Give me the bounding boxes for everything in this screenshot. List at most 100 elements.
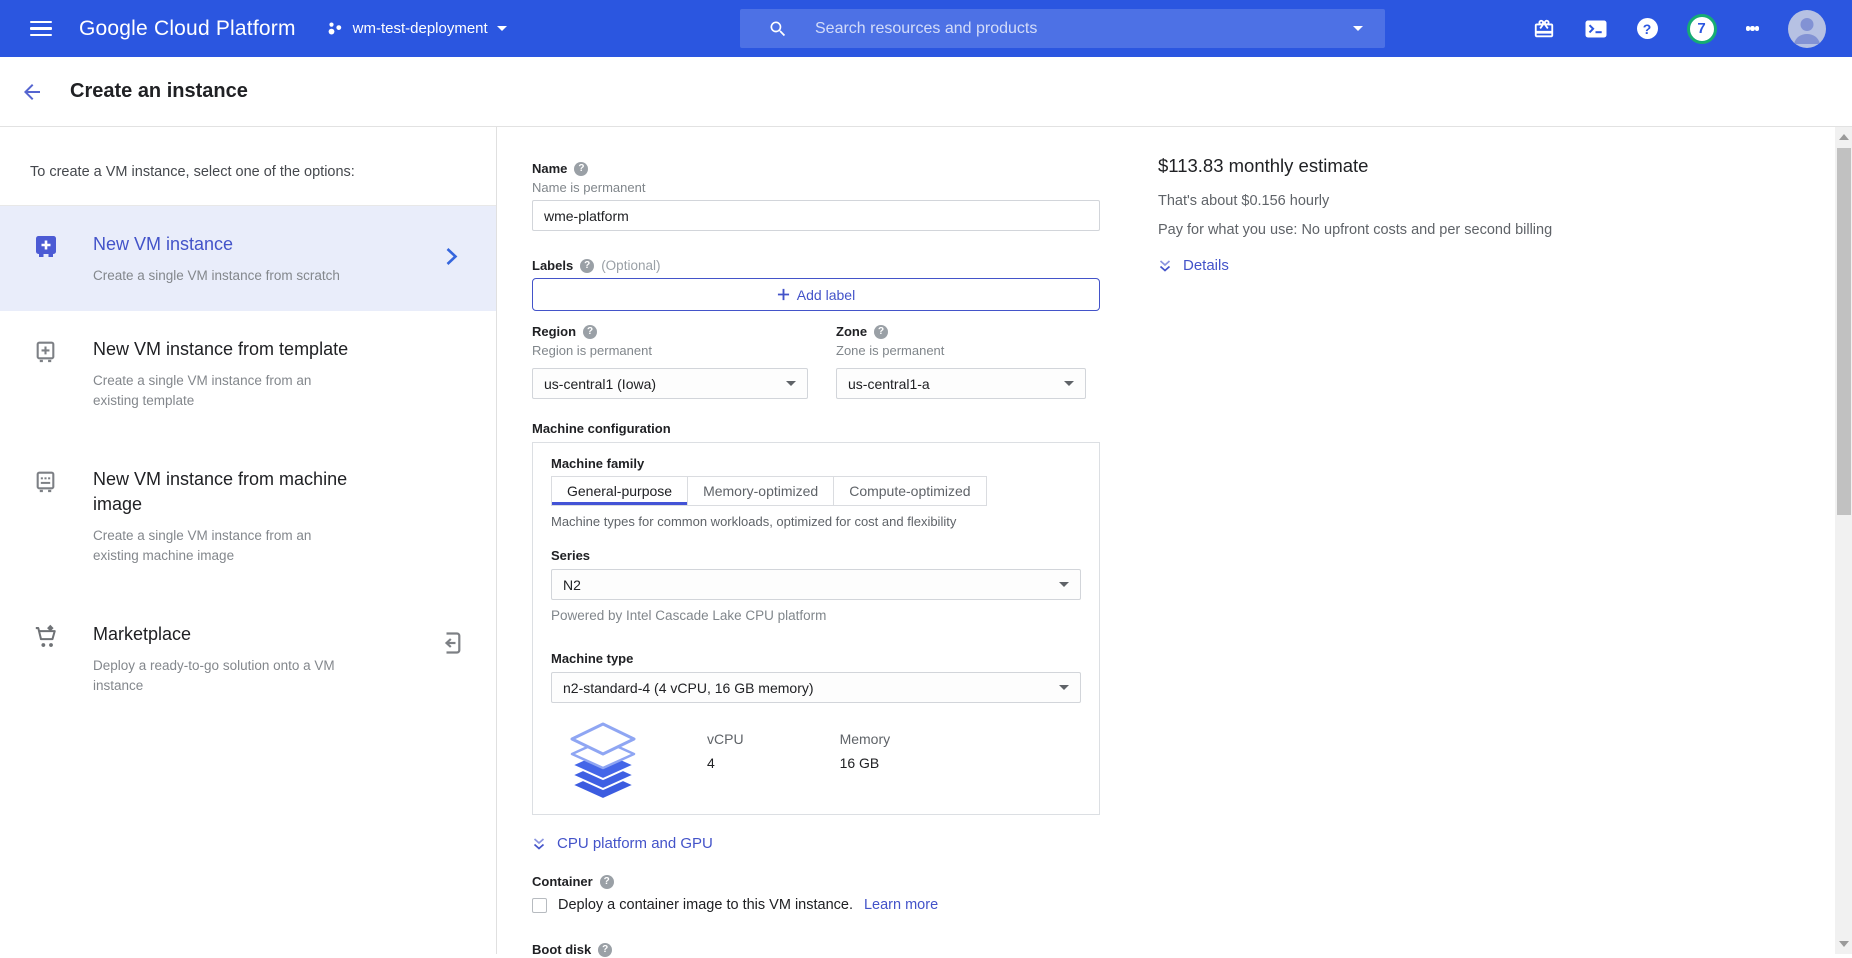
series-hint: Powered by Intel Cascade Lake CPU platfo…	[551, 608, 1081, 623]
search-input[interactable]	[815, 20, 1255, 38]
tab-compute-optimized[interactable]: Compute-optimized	[833, 476, 986, 506]
scroll-down-arrow-icon[interactable]	[1839, 941, 1849, 947]
project-selector[interactable]: wm-test-deployment	[326, 20, 507, 37]
container-checkbox-row: Deploy a container image to this VM inst…	[532, 897, 1100, 913]
chevron-down-icon	[497, 26, 507, 31]
tab-general-purpose[interactable]: General-purpose	[551, 476, 688, 506]
series-select[interactable]: N2	[551, 569, 1081, 600]
search-icon	[768, 19, 788, 39]
learn-more-link[interactable]: Learn more	[864, 897, 938, 913]
scrollbar-thumb[interactable]	[1837, 148, 1851, 515]
region-label: Region	[532, 324, 576, 340]
topbar-actions: 7	[1533, 0, 1852, 57]
option-new-vm-from-template[interactable]: New VM instance from template Create a s…	[0, 311, 496, 441]
vcpu-value: 4	[707, 755, 744, 771]
option-title: New VM instance from template	[93, 337, 378, 362]
option-new-vm-instance[interactable]: New VM instance Create a single VM insta…	[0, 206, 496, 311]
zone-select[interactable]: us-central1-a	[836, 368, 1086, 399]
deploy-marketplace-icon[interactable]	[437, 630, 463, 661]
marketplace-cart-icon	[33, 624, 60, 654]
help-circle-icon[interactable]	[598, 943, 612, 957]
name-label: Name	[532, 161, 567, 177]
option-title: New VM instance from machine image	[93, 467, 378, 517]
help-circle-icon[interactable]	[574, 162, 588, 176]
labels-label-row: Labels (Optional)	[532, 258, 1100, 274]
help-circle-icon[interactable]	[583, 325, 597, 339]
scroll-up-arrow-icon[interactable]	[1839, 134, 1849, 140]
zone-label: Zone	[836, 324, 867, 340]
back-arrow-icon[interactable]	[20, 80, 44, 104]
name-input[interactable]	[532, 200, 1100, 231]
help-circle-icon[interactable]	[600, 875, 614, 889]
machine-spec-summary: vCPU 4 Memory 16 GB	[551, 715, 1081, 804]
more-options-icon[interactable]	[1746, 24, 1760, 34]
page-title: Create an instance	[70, 80, 248, 103]
help-circle-icon[interactable]	[580, 259, 594, 273]
machine-configuration-title: Machine configuration	[532, 421, 1100, 437]
page-header: Create an instance	[0, 57, 1852, 127]
expand-more-icon	[1158, 259, 1172, 273]
labels-label: Labels	[532, 258, 573, 274]
region-field: Region Region is permanent us-central1 (…	[532, 324, 808, 399]
zone-value: us-central1-a	[848, 376, 930, 392]
deploy-container-checkbox[interactable]	[532, 898, 547, 913]
series-value: N2	[563, 577, 581, 593]
cost-estimate-panel: $113.83 monthly estimate That's about $0…	[1158, 155, 1598, 274]
region-value: us-central1 (Iowa)	[544, 376, 656, 392]
machine-type-value: n2-standard-4 (4 vCPU, 16 GB memory)	[563, 680, 814, 696]
search-bar[interactable]	[740, 9, 1385, 48]
topbar: Google Cloud Platform wm-test-deployment…	[0, 0, 1852, 57]
labels-optional: (Optional)	[601, 258, 660, 274]
help-circle-icon[interactable]	[874, 325, 888, 339]
vertical-scrollbar[interactable]	[1835, 127, 1852, 954]
option-marketplace[interactable]: Marketplace Deploy a ready-to-go solutio…	[0, 596, 496, 726]
help-icon[interactable]	[1637, 18, 1658, 39]
project-icon	[326, 20, 344, 37]
machine-configuration-card: Machine family General-purpose Memory-op…	[532, 442, 1100, 815]
zone-hint: Zone is permanent	[836, 343, 1086, 359]
memory-summary: Memory 16 GB	[840, 731, 891, 771]
option-subtitle: Create a single VM instance from an exis…	[93, 371, 343, 411]
details-link[interactable]: Details	[1158, 257, 1598, 274]
notifications-badge[interactable]: 7	[1687, 14, 1717, 44]
expand-more-icon	[532, 837, 546, 851]
cpu-platform-gpu-link[interactable]: CPU platform and GPU	[532, 835, 1100, 852]
cloud-shell-icon[interactable]	[1584, 17, 1608, 41]
chevron-right-icon	[445, 246, 458, 271]
brand-title[interactable]: Google Cloud Platform	[79, 17, 296, 41]
avatar[interactable]	[1788, 10, 1826, 48]
gift-icon[interactable]	[1533, 18, 1555, 40]
vcpu-label: vCPU	[707, 731, 744, 747]
add-label-button[interactable]: Add label	[532, 278, 1100, 311]
region-label-row: Region	[532, 324, 808, 340]
search-dropdown-icon[interactable]	[1353, 26, 1363, 31]
option-title: New VM instance	[93, 232, 378, 257]
machine-image-icon	[33, 469, 58, 499]
boot-disk-label-row: Boot disk	[532, 942, 1100, 958]
menu-icon[interactable]	[30, 17, 52, 40]
option-new-vm-from-machine-image[interactable]: New VM instance from machine image Creat…	[0, 441, 496, 596]
machine-type-select[interactable]: n2-standard-4 (4 vCPU, 16 GB memory)	[551, 672, 1081, 703]
boot-disk-label: Boot disk	[532, 942, 591, 958]
create-instance-form: Name Name is permanent Labels (Optional)…	[498, 127, 1835, 954]
create-options-sidebar: To create a VM instance, select one of t…	[0, 127, 497, 954]
region-hint: Region is permanent	[532, 343, 808, 359]
machine-type-label: Machine type	[551, 651, 1081, 667]
billing-note: Pay for what you use: No upfront costs a…	[1158, 222, 1598, 238]
tab-memory-optimized[interactable]: Memory-optimized	[687, 476, 834, 506]
zone-field: Zone Zone is permanent us-central1-a	[836, 324, 1086, 399]
chevron-down-icon	[1059, 685, 1069, 690]
vcpu-summary: vCPU 4	[707, 731, 744, 771]
name-hint: Name is permanent	[532, 180, 1100, 196]
project-name: wm-test-deployment	[353, 20, 488, 37]
plus-icon	[777, 288, 790, 301]
machine-family-label: Machine family	[551, 456, 1081, 472]
option-subtitle: Deploy a ready-to-go solution onto a VM …	[93, 656, 343, 696]
option-subtitle: Create a single VM instance from an exis…	[93, 526, 343, 566]
monthly-estimate: $113.83 monthly estimate	[1158, 155, 1598, 177]
machine-family-tabs: General-purpose Memory-optimized Compute…	[551, 476, 1081, 506]
region-select[interactable]: us-central1 (Iowa)	[532, 368, 808, 399]
add-label-text: Add label	[797, 287, 855, 303]
chevron-down-icon	[1064, 381, 1074, 386]
hourly-estimate: That's about $0.156 hourly	[1158, 193, 1598, 209]
